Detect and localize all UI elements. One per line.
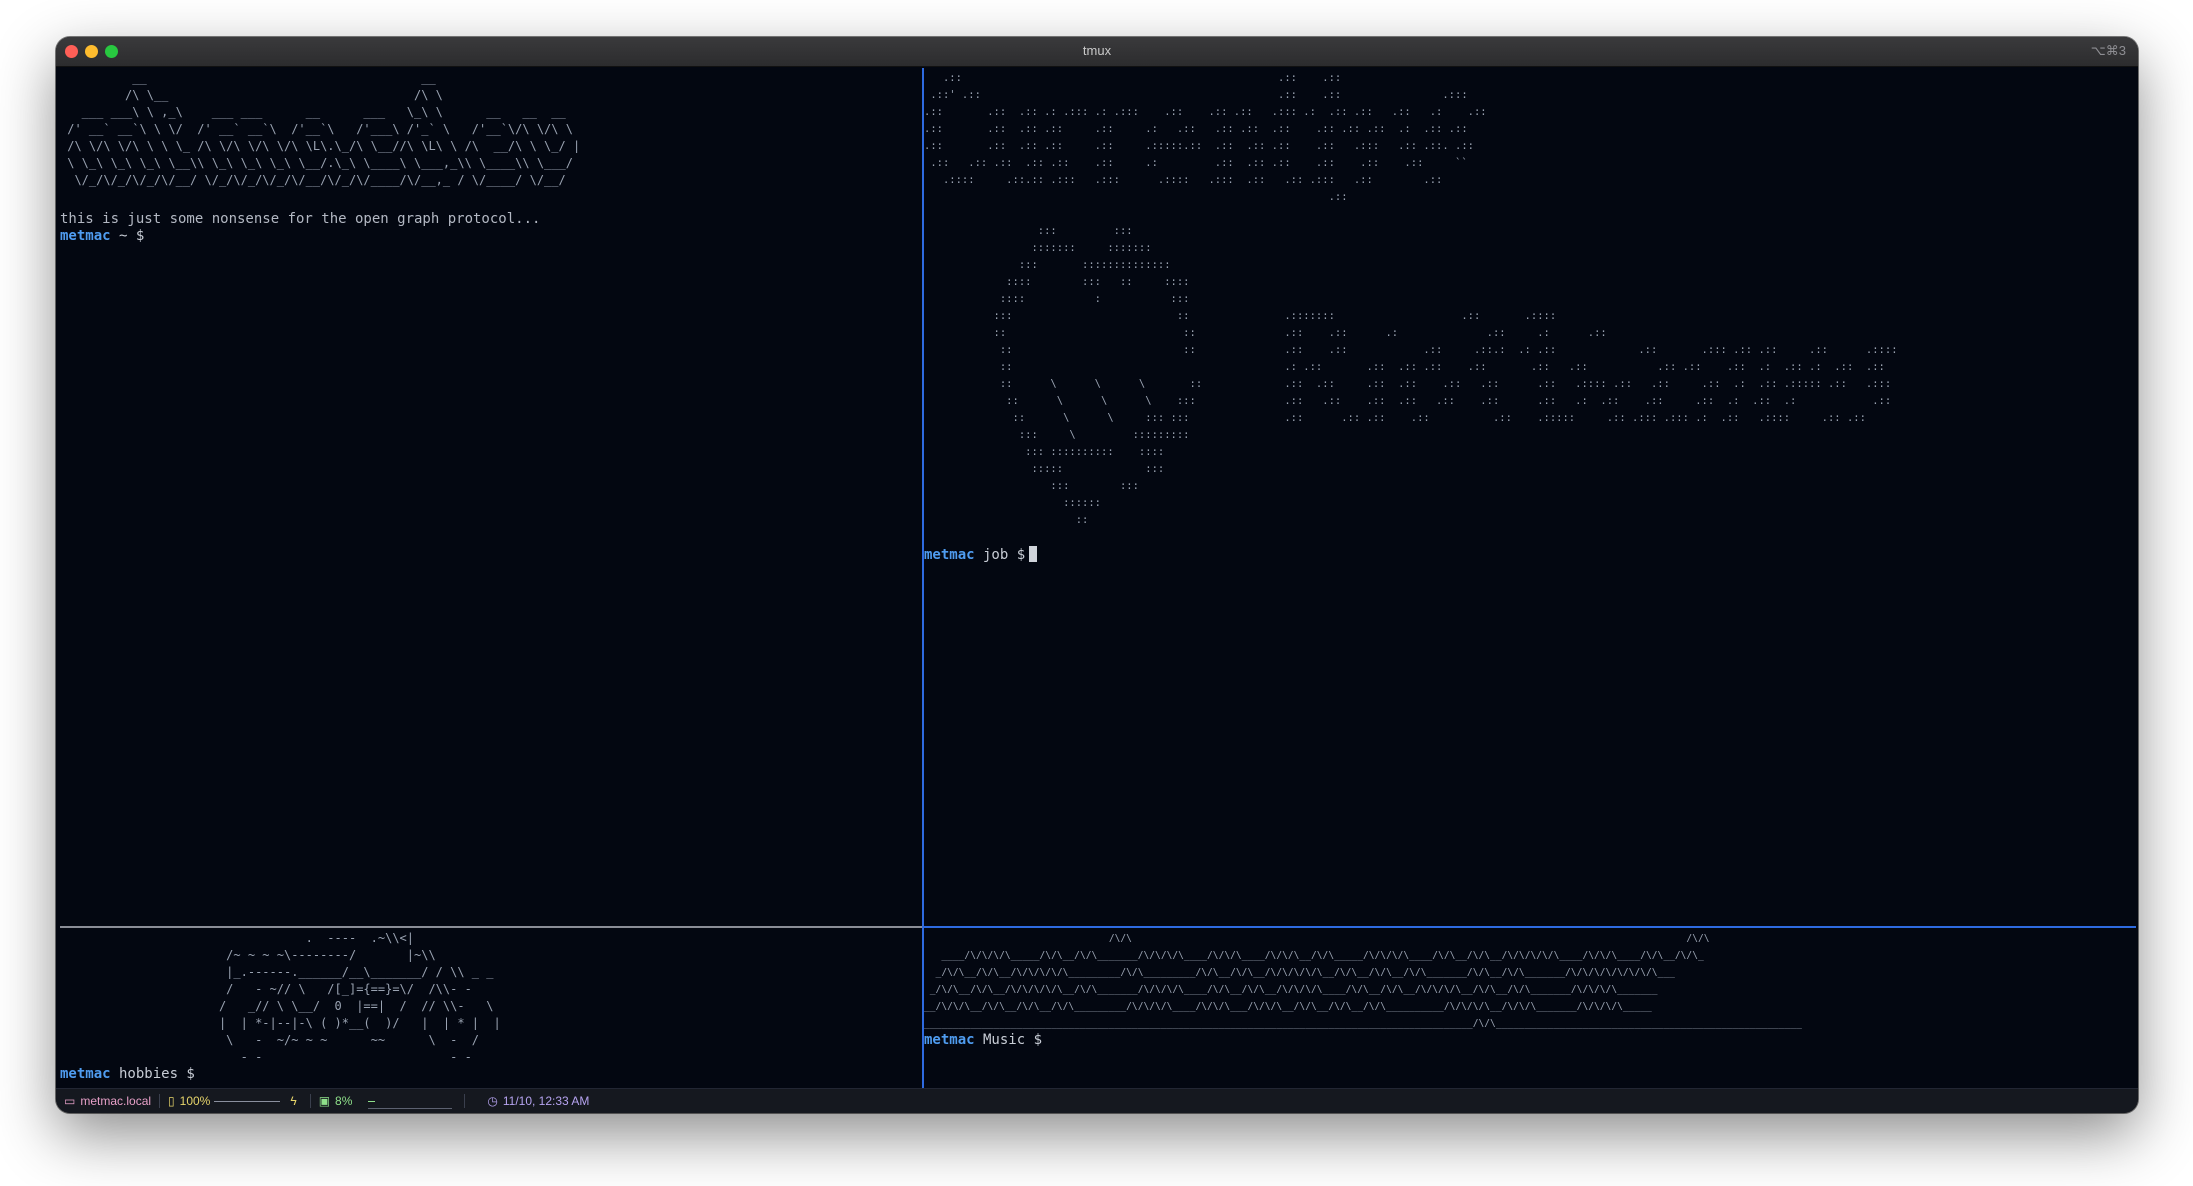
terminal-message: this is just some nonsense for the open … [60,211,541,227]
titlebar: tmux ⌥⌘3 [56,37,2138,67]
status-separator [464,1094,466,1108]
battery-bar [214,1094,281,1108]
pane-divider-left[interactable] [60,926,922,928]
status-host: ▭ metmac.local [64,1094,151,1108]
prompt-user: metmac [60,228,111,244]
pane-bottom-right[interactable]: /\/\ /\/\ ____/\/\/\/\_____/\/\__/\/\___… [924,928,2136,1083]
prompt-path: Music $ [974,1032,1043,1048]
ascii-art-motorcycle: . ---- .~\\<| /~ ~ ~ ~\--------/ |~\\ |_… [218,931,501,1064]
window-shortcut: ⌥⌘3 [2090,43,2126,58]
cpu-label: 8% [335,1094,353,1108]
ascii-art-job: .:: .:: .:: .::' .:: .:: .:: .::: .:: .:… [924,72,1898,526]
laptop-icon: ▭ [64,1094,76,1108]
prompt-path: job $ [974,547,1026,563]
window-title: tmux [1082,43,1112,58]
datetime-label: 11/10, 12:33 AM [502,1094,590,1108]
shell-prompt: metmac Music $ [924,1032,2136,1049]
prompt-user: metmac [924,1032,975,1048]
shell-prompt: metmac hobbies $ [60,1066,922,1083]
tmux-status-bar: ▭ metmac.local ▯ 100% ϟ ▣ 8% ◷ 11/10, 12… [56,1088,2138,1113]
ascii-art-metmac: __ __ /\ \__ /\ \ ___ ___\ \ ,_\ ___ ___… [67,71,581,187]
clock-icon: ◷ [487,1094,498,1108]
prompt-path: ~ $ [110,228,145,244]
lightning-icon: ϟ [290,1094,297,1108]
status-separator [309,1094,311,1108]
cpu-bar [368,1094,453,1109]
battery-bar-fill [214,1101,281,1103]
battery-label: 100% [179,1094,211,1108]
prompt-user: metmac [924,547,975,563]
status-time: ◷ 11/10, 12:33 AM [487,1094,589,1108]
pane-divider-right[interactable] [924,926,2136,928]
status-separator [159,1094,161,1108]
pane-bottom-left[interactable]: . ---- .~\\<| /~ ~ ~ ~\--------/ |~\\ |_… [60,928,922,1083]
cpu-icon: ▣ [318,1094,331,1108]
prompt-user: metmac [60,1066,111,1082]
status-cpu: ▣ 8% [319,1094,453,1109]
cpu-bar-fill [368,1100,376,1102]
prompt-path: hobbies $ [110,1066,195,1082]
shell-prompt: metmac job $ [924,546,2136,564]
status-battery: ▯ 100% ϟ [168,1094,302,1108]
pane-top-right[interactable]: .:: .:: .:: .::' .:: .:: .:: .::: .:: .:… [924,68,2136,926]
pane-top-left[interactable]: __ __ /\ \__ /\ \ ___ ___\ \ ,_\ ___ ___… [60,68,922,926]
terminal-cursor [1029,546,1038,562]
battery-icon: ▯ [168,1094,175,1108]
host-label: metmac.local [80,1094,152,1108]
shell-prompt: metmac ~ $ [60,228,922,245]
pane-divider-vertical[interactable] [922,68,924,1088]
terminal-window: tmux ⌥⌘3 __ __ /\ \__ /\ \ ___ ___\ \ ,_… [56,37,2138,1113]
ascii-art-waveform: /\/\ /\/\ ____/\/\/\/\_____/\/\__/\/\___… [924,933,1802,1029]
